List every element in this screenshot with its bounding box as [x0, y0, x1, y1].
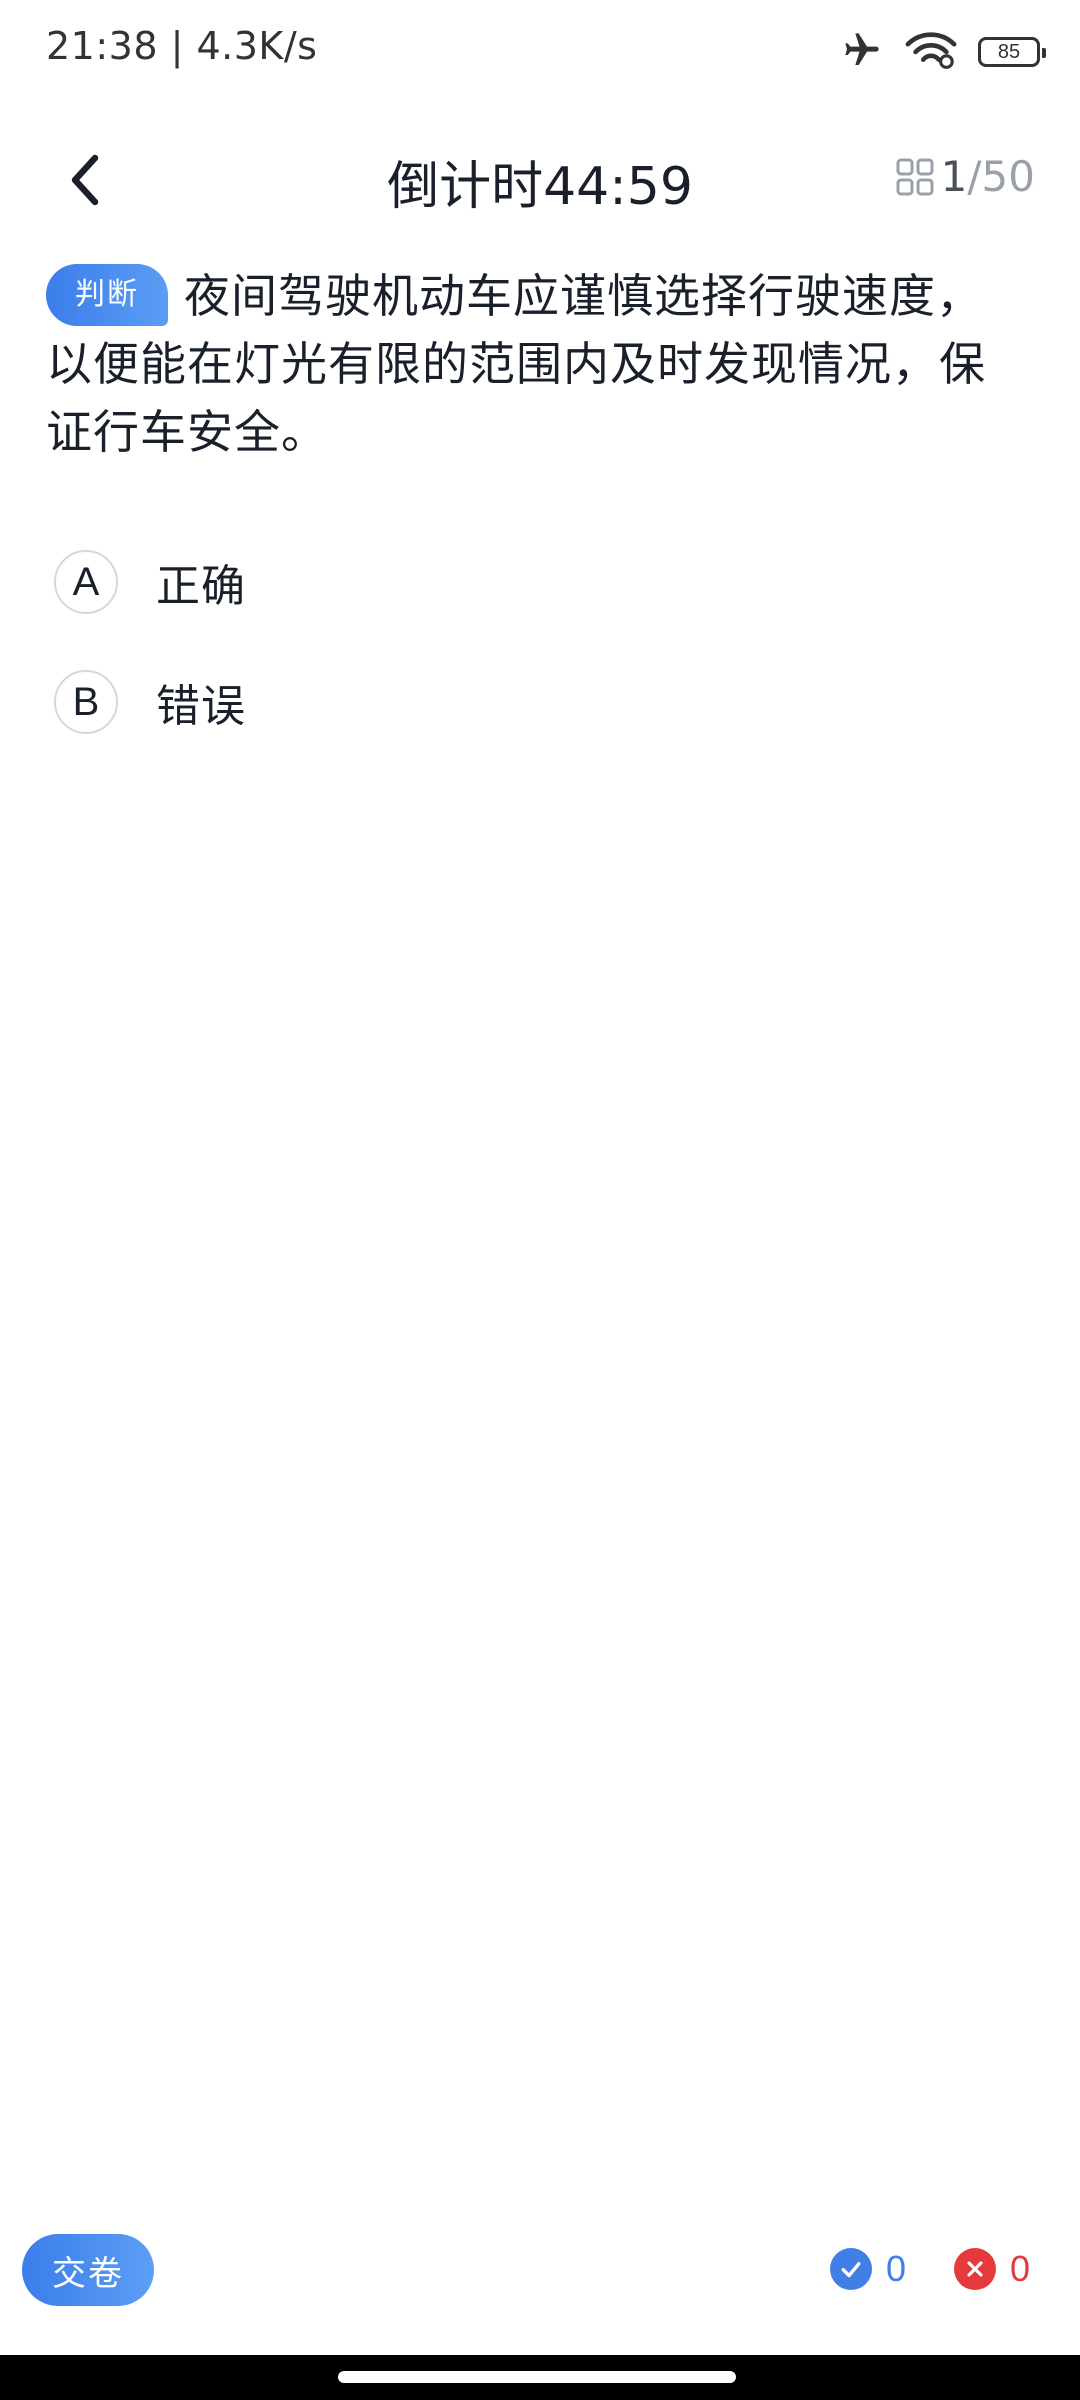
option-letter-circle: B — [54, 670, 118, 734]
option-letter-circle: A — [54, 550, 118, 614]
check-icon — [830, 2248, 872, 2290]
wrong-counter[interactable]: 0 — [954, 2248, 1030, 2290]
correct-counter[interactable]: 0 — [830, 2248, 906, 2290]
question-grid-button[interactable]: 1/50 — [895, 152, 1035, 201]
system-nav-bar — [0, 2355, 1080, 2400]
question-text-block: 判断 夜间驾驶机动车应谨慎选择行驶速度，以便能在灯光有限的范围内及时发现情况，保证… — [46, 262, 1026, 466]
grid-icon — [896, 158, 934, 195]
airplane-icon — [840, 30, 884, 74]
exam-screen: 21:38 | 4.3K/s 85 倒计时44:59 1/50 判断 夜间驾驶机… — [0, 0, 1080, 2400]
submit-exam-button[interactable]: 交卷 — [22, 2234, 154, 2306]
question-text: 夜间驾驶机动车应谨慎选择行驶速度，以便能在灯光有限的范围内及时发现情况，保证行车… — [46, 269, 986, 459]
progress-total: /50 — [967, 152, 1035, 201]
battery-level: 85 — [997, 40, 1021, 63]
battery-icon: 85 — [978, 37, 1046, 67]
status-time-speed: 21:38 | 4.3K/s — [46, 24, 318, 68]
option-text: 错误 — [156, 681, 246, 732]
status-icons: 85 — [840, 30, 1046, 74]
header: 倒计时44:59 1/50 — [0, 130, 1080, 230]
status-bar: 21:38 | 4.3K/s 85 — [0, 0, 1080, 100]
question-type-badge: 判断 — [46, 264, 168, 326]
progress-current: 1 — [940, 152, 968, 201]
option-text: 正确 — [156, 561, 246, 612]
option-a[interactable]: A 正确 — [54, 547, 246, 617]
home-indicator[interactable] — [338, 2371, 736, 2383]
bottom-bar: 交卷 0 0 — [0, 2220, 1080, 2320]
wifi-icon — [904, 30, 958, 74]
cross-icon — [954, 2248, 996, 2290]
correct-count: 0 — [886, 2248, 907, 2289]
wrong-count: 0 — [1010, 2248, 1031, 2289]
option-b[interactable]: B 错误 — [54, 667, 246, 737]
